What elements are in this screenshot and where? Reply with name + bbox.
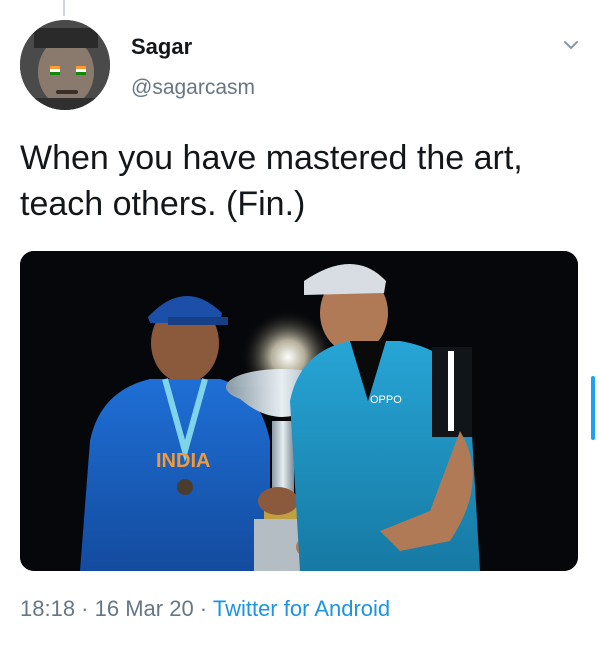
meta-separator-1: ·: [75, 596, 95, 621]
tweet-text-line-1: When you have mastered the art,: [20, 139, 523, 177]
trophy-photo: OPPO INDIA: [20, 251, 578, 571]
tweet-source-link[interactable]: Twitter for Android: [213, 596, 390, 621]
thread-connector-line: [63, 0, 65, 16]
tweet-date[interactable]: 16 Mar 20: [95, 596, 194, 621]
meta-separator-2: ·: [193, 596, 213, 621]
avatar-photo: [20, 20, 110, 110]
author-name[interactable]: Sagar: [131, 34, 192, 60]
scrollbar-thumb[interactable]: [591, 376, 595, 440]
avatar[interactable]: [20, 20, 110, 110]
author-handle[interactable]: @sagarcasm: [131, 76, 255, 100]
chevron-down-icon[interactable]: [560, 34, 582, 56]
jersey-india-text: INDIA: [156, 450, 210, 472]
tweet-time[interactable]: 18:18: [20, 596, 75, 621]
tweet-media-photo[interactable]: OPPO INDIA: [20, 251, 578, 571]
tweet-text-line-2: teach others. (Fin.): [20, 185, 306, 223]
tweet-card[interactable]: Sagar @sagarcasm When you have mastered …: [0, 0, 600, 645]
sponsor-logo-text: OPPO: [370, 394, 402, 406]
tweet-text: When you have mastered the art, teach ot…: [20, 135, 580, 227]
tweet-meta: 18:18 · 16 Mar 20 · Twitter for Android: [20, 596, 390, 622]
